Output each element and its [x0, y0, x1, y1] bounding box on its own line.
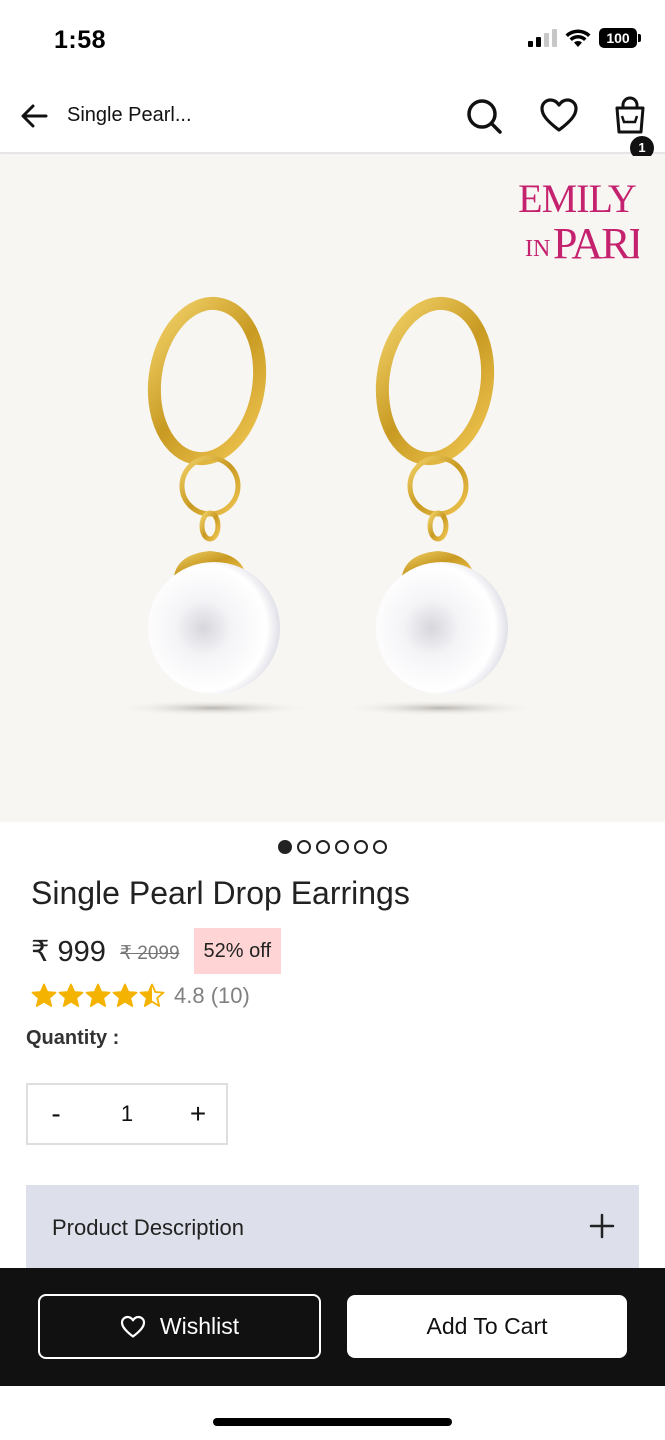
star-icon	[139, 983, 165, 1007]
quantity-value: 1	[120, 1101, 134, 1126]
add-to-cart-button[interactable]: Add To Cart	[347, 1295, 627, 1358]
status-bar: 1:58 100	[0, 0, 665, 78]
price-row: ₹ 999 ₹ 2099 52% off	[31, 928, 282, 974]
product-description-accordion[interactable]: Product Description	[26, 1185, 639, 1271]
wishlist-button[interactable]: Wishlist	[38, 1294, 321, 1359]
top-app-bar: Single Pearl... 1	[0, 78, 665, 160]
rating-row: 4.8 (10)	[31, 983, 250, 1009]
signal-icon	[528, 29, 557, 47]
cart-button[interactable]: 1	[608, 96, 660, 160]
carousel-indicator	[0, 840, 665, 854]
product-title: Single Pearl Drop Earrings	[31, 875, 410, 911]
home-indicator	[213, 1418, 452, 1426]
rating-summary: 4.8 (10)	[174, 983, 250, 1008]
sale-price: ₹ 999	[31, 935, 106, 968]
wifi-icon	[565, 29, 591, 47]
carousel-dot[interactable]	[335, 840, 349, 854]
star-icon	[112, 983, 138, 1007]
carousel-dot[interactable]	[354, 840, 368, 854]
quantity-label: Quantity :	[26, 1027, 120, 1049]
increase-quantity-button[interactable]: +	[170, 1085, 226, 1143]
quantity-stepper: - 1 +	[26, 1083, 228, 1145]
page-title: Single Pearl...	[67, 104, 192, 126]
accordion-label: Product Description	[52, 1215, 244, 1240]
status-icons: 100	[528, 28, 641, 48]
original-price: ₹ 2099	[119, 942, 180, 964]
heart-icon	[120, 1315, 145, 1338]
star-rating	[31, 983, 166, 1009]
carousel-dot[interactable]	[297, 840, 311, 854]
status-time: 1:58	[54, 26, 107, 54]
star-icon	[58, 983, 84, 1007]
discount-badge: 52% off	[193, 928, 282, 974]
plus-icon	[589, 1213, 615, 1239]
bottom-action-bar: Wishlist Add To Cart	[0, 1268, 665, 1386]
back-arrow-icon[interactable]	[18, 100, 50, 132]
decrease-quantity-button[interactable]: -	[28, 1085, 84, 1143]
cart-icon	[615, 96, 645, 134]
star-icon	[85, 983, 111, 1007]
product-image-carousel[interactable]: EMILY IN PARIS	[0, 156, 665, 822]
wishlist-label: Wishlist	[159, 1313, 240, 1339]
carousel-dot[interactable]	[316, 840, 330, 854]
battery-icon: 100	[599, 28, 641, 48]
earrings-photo	[113, 296, 541, 716]
search-icon[interactable]	[464, 96, 504, 136]
star-icon	[31, 983, 57, 1007]
heart-icon[interactable]	[539, 96, 579, 136]
carousel-dot[interactable]	[278, 840, 292, 854]
carousel-dot[interactable]	[373, 840, 387, 854]
